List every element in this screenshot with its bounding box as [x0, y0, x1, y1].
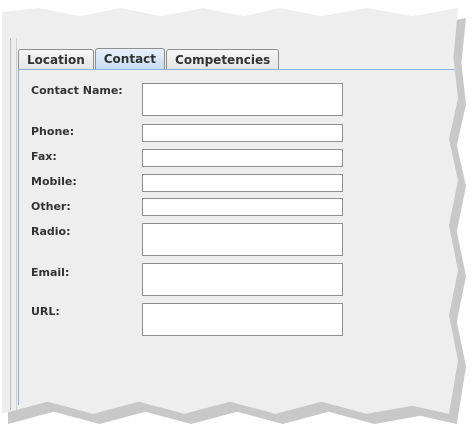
tab-bar: Location Contact Competencies [18, 48, 280, 69]
left-divider [10, 38, 11, 410]
phone-field[interactable] [142, 124, 343, 142]
mobile-field[interactable] [142, 174, 343, 192]
screenshot-stage: Location Contact Competencies Contact Na… [0, 0, 476, 439]
fax-label: Fax: [31, 150, 57, 163]
contact-name-field[interactable] [142, 83, 343, 116]
phone-label: Phone: [31, 125, 75, 138]
email-field[interactable] [142, 263, 343, 296]
other-field[interactable] [142, 198, 343, 216]
tab-location[interactable]: Location [18, 49, 94, 69]
mobile-label: Mobile: [31, 175, 77, 188]
radio-field[interactable] [142, 223, 343, 256]
fax-field[interactable] [142, 149, 343, 167]
contact-tab-panel: Contact Name: Phone: Fax: Mobile: Other:… [18, 69, 455, 405]
contact-name-label: Contact Name: [31, 84, 123, 97]
radio-label: Radio: [31, 225, 71, 238]
tab-competencies[interactable]: Competencies [166, 49, 280, 69]
application-window: Location Contact Competencies Contact Na… [2, 8, 458, 414]
email-label: Email: [31, 266, 70, 279]
url-label: URL: [31, 305, 60, 318]
other-label: Other: [31, 200, 71, 213]
url-field[interactable] [142, 303, 343, 336]
tab-contact[interactable]: Contact [94, 48, 166, 69]
left-divider-inner [16, 38, 17, 410]
